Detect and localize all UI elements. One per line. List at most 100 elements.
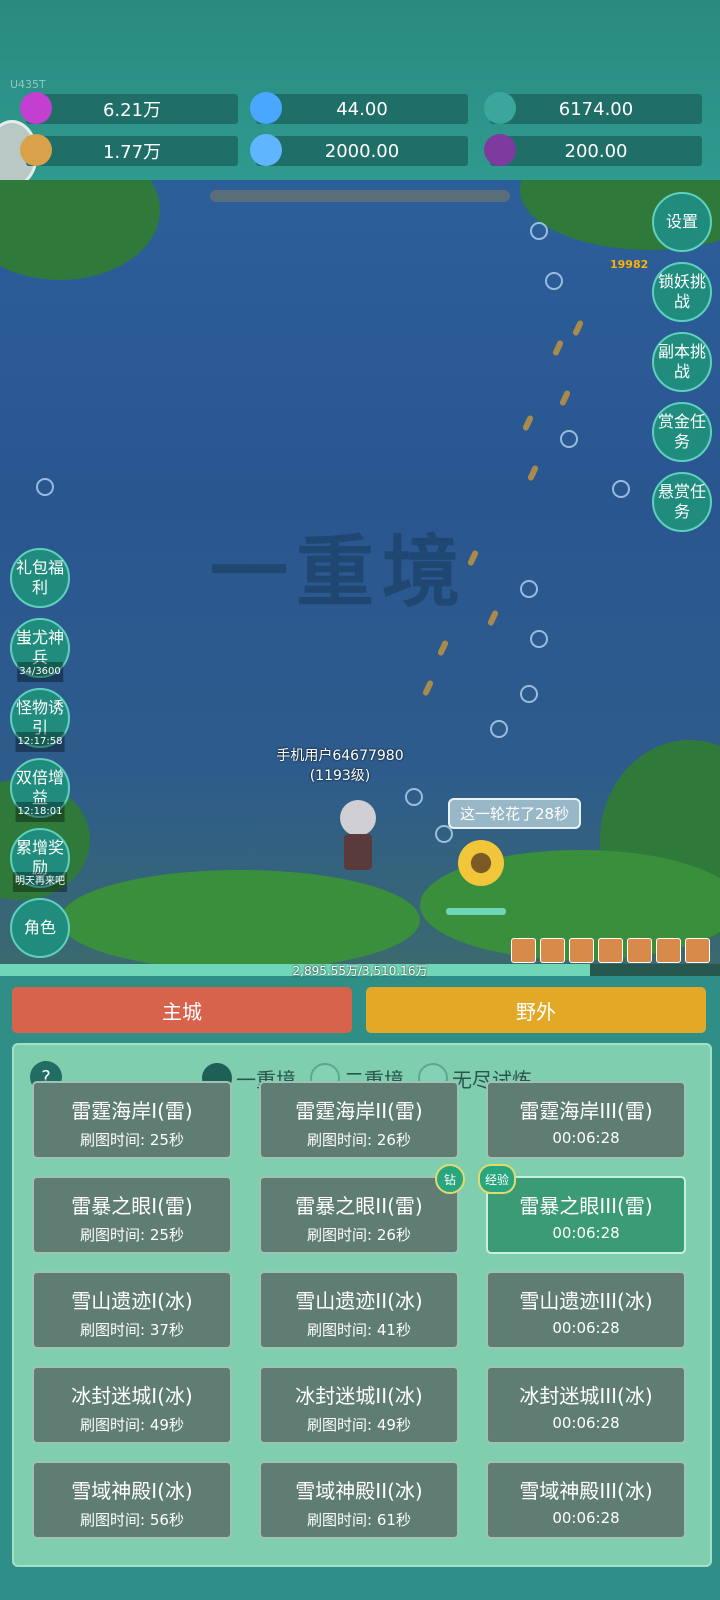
bubble: [545, 272, 563, 290]
resource-value: 200.00: [564, 140, 628, 162]
stage-card[interactable]: 雪山遗迹I(冰) 刷图时间: 37秒: [32, 1271, 232, 1349]
stage-time: 刷图时间: 61秒: [307, 1511, 411, 1529]
resource-value: 6174.00: [558, 98, 634, 120]
stage-name: 雷暴之眼II(雷): [295, 1194, 423, 1218]
stage-time: 刷图时间: 49秒: [307, 1416, 411, 1434]
stage-time: 刷图时间: 25秒: [80, 1226, 184, 1244]
resource-ice: 2000.00: [250, 134, 468, 166]
skill-icon[interactable]: [511, 938, 536, 963]
accumulated-reward-button[interactable]: 累增奖励 明天再来吧: [10, 828, 70, 892]
stage-card[interactable]: 冰封迷城III(冰) 00:06:28: [486, 1366, 686, 1444]
stage-name: 雪域神殿I(冰): [71, 1479, 193, 1503]
bubble: [612, 480, 630, 498]
player-name: 手机用户64677980: [276, 748, 404, 764]
button-label: 角色: [23, 918, 56, 937]
stage-card[interactable]: 雷暴之眼III(雷) 00:06:28 经验: [478, 1164, 686, 1254]
reward-task-button[interactable]: 悬赏任务: [652, 472, 712, 532]
exp-badge: 经验: [478, 1164, 516, 1194]
stage-card[interactable]: 雪山遗迹II(冰) 刷图时间: 41秒: [259, 1271, 459, 1349]
stage-name: 冰封迷城I(冰): [71, 1384, 193, 1408]
stage-name: 雷霆海岸I(雷): [71, 1099, 193, 1123]
stage-card[interactable]: 雪域神殿III(冰) 00:06:28: [486, 1461, 686, 1539]
fish-icon: [20, 134, 52, 166]
arrow-projectile: [486, 609, 500, 627]
purple-gem-icon: [20, 92, 52, 124]
teal-orb-icon: [484, 92, 516, 124]
stage-name: 雪域神殿II(冰): [295, 1479, 423, 1503]
stage-card[interactable]: 雷霆海岸III(雷) 00:06:28: [486, 1081, 686, 1159]
stage-card[interactable]: 冰封迷城I(冰) 刷图时间: 49秒: [32, 1366, 232, 1444]
bubble: [560, 430, 578, 448]
resource-orb: 6174.00: [484, 92, 702, 124]
skill-icon[interactable]: [627, 938, 652, 963]
resource-crystal: 44.00: [250, 92, 468, 124]
skill-bar: [511, 938, 710, 963]
stage-name: 雷霆海岸III(雷): [519, 1099, 653, 1123]
bounty-task-button[interactable]: 赏金任务: [652, 402, 712, 462]
diamond-badge: 钻: [435, 1164, 465, 1194]
dungeon-challenge-button[interactable]: 副本挑战: [652, 332, 712, 392]
bubble: [530, 630, 548, 648]
button-sublabel: 12:18:01: [15, 802, 65, 822]
bubble: [520, 685, 538, 703]
ice-shard-icon: [250, 134, 282, 166]
skill-icon[interactable]: [656, 938, 681, 963]
monster-lure-button[interactable]: 怪物诱引 12:17:58: [10, 688, 70, 752]
resource-value: 2000.00: [324, 140, 400, 162]
stage-name: 雷暴之眼I(雷): [71, 1194, 193, 1218]
skill-icon[interactable]: [598, 938, 623, 963]
arrow-projectile: [571, 319, 585, 337]
player-level: (1193级): [309, 768, 371, 784]
round-time-tip: 这一轮花了28秒: [448, 798, 582, 829]
lock-demon-challenge-button[interactable]: 锁妖挑战: [652, 262, 712, 322]
button-sublabel: 12:17:58: [15, 732, 65, 752]
enemy-hp-bar: [446, 908, 506, 915]
character-button[interactable]: 角色: [10, 898, 70, 958]
user-id: U435T: [10, 78, 46, 91]
arrow-projectile: [558, 389, 572, 407]
player-character: [330, 800, 386, 870]
stage-time: 00:06:28: [552, 1319, 620, 1337]
stage-name: 雪山遗迹III(冰): [519, 1289, 653, 1313]
button-label: 礼包福利: [15, 558, 64, 597]
wild-tab[interactable]: 野外: [366, 987, 706, 1033]
skill-icon[interactable]: [540, 938, 565, 963]
main-city-tab[interactable]: 主城: [12, 987, 352, 1033]
stage-time: 刷图时间: 26秒: [307, 1131, 411, 1149]
stage-card[interactable]: 雷暴之眼I(雷) 刷图时间: 25秒: [32, 1176, 232, 1254]
arrow-projectile: [521, 414, 535, 432]
stage-name: 雷暴之眼III(雷): [519, 1194, 653, 1218]
enemy-sunflower: [458, 840, 504, 886]
stage-card[interactable]: 雷霆海岸II(雷) 刷图时间: 26秒: [259, 1081, 459, 1159]
chiyou-weapon-button[interactable]: 蚩尤神兵 34/3600: [10, 618, 70, 682]
button-sublabel: 明天再来吧: [13, 872, 67, 892]
stage-card[interactable]: 雪域神殿I(冰) 刷图时间: 56秒: [32, 1461, 232, 1539]
stage-card[interactable]: 雪山遗迹III(冰) 00:06:28: [486, 1271, 686, 1349]
stage-card[interactable]: 雪域神殿II(冰) 刷图时间: 61秒: [259, 1461, 459, 1539]
skill-icon[interactable]: [685, 938, 710, 963]
stage-time: 刷图时间: 56秒: [80, 1511, 184, 1529]
bubble: [490, 720, 508, 738]
settings-button[interactable]: 设置: [652, 192, 712, 252]
stage-time: 00:06:28: [552, 1414, 620, 1432]
wave-progress-bar: [210, 190, 510, 202]
stage-time: 刷图时间: 25秒: [80, 1131, 184, 1149]
stage-card[interactable]: 冰封迷城II(冰) 刷图时间: 49秒: [259, 1366, 459, 1444]
skill-icon[interactable]: [569, 938, 594, 963]
stage-name: 冰封迷城II(冰): [295, 1384, 423, 1408]
stage-card[interactable]: 雷霆海岸I(雷) 刷图时间: 25秒: [32, 1081, 232, 1159]
double-gain-button[interactable]: 双倍增益 12:18:01: [10, 758, 70, 822]
stage-time: 刷图时间: 49秒: [80, 1416, 184, 1434]
arrow-projectile: [551, 339, 565, 357]
stage-time: 刷图时间: 37秒: [80, 1321, 184, 1339]
stage-time: 00:06:28: [552, 1509, 620, 1527]
arrow-projectile: [466, 549, 480, 567]
gift-welfare-button[interactable]: 礼包福利: [10, 548, 70, 608]
resource-fish: 1.77万: [20, 134, 238, 166]
bubble: [530, 222, 548, 240]
stage-time: 刷图时间: 41秒: [307, 1321, 411, 1339]
resource-gems: 6.21万: [20, 92, 238, 124]
stage-time: 00:06:28: [552, 1224, 620, 1242]
resource-value: 44.00: [336, 98, 388, 120]
stage-card[interactable]: 雷暴之眼II(雷) 刷图时间: 26秒 钻: [259, 1164, 465, 1254]
